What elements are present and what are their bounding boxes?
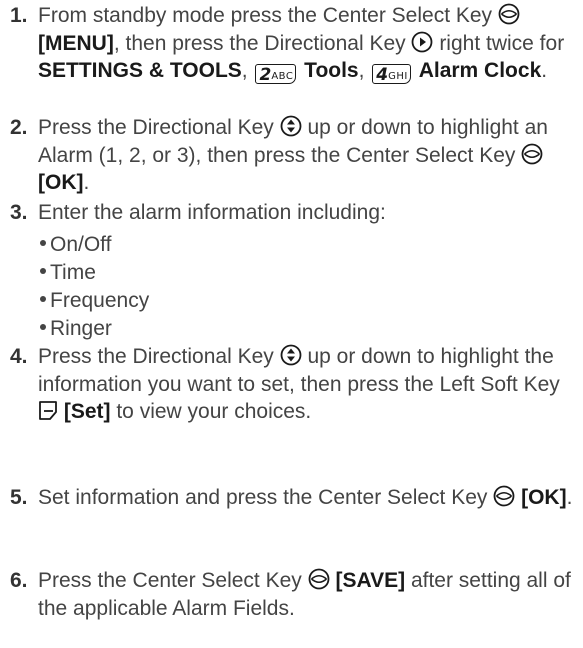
step-number: 6.	[10, 569, 28, 592]
bullet-item: Time	[38, 259, 96, 286]
step-number: 1.	[10, 4, 28, 27]
set-key-label: [Set]	[63, 400, 111, 423]
center-select-key-icon	[493, 485, 515, 507]
step-4: 4. Press the Directional Key up or down …	[10, 343, 580, 426]
step-1: 1. From standby mode press the Center Se…	[10, 2, 580, 85]
step-number: 3.	[10, 201, 28, 224]
bullet-item: Frequency	[38, 287, 149, 314]
center-select-key-icon	[498, 3, 520, 25]
step-2: 2. Press the Directional Key up or down …	[10, 114, 580, 197]
step-text: From standby mode press the Center Selec…	[38, 3, 565, 85]
tools-label: Tools	[304, 59, 359, 82]
settings-tools-label: SETTINGS & TOOLS	[38, 59, 242, 82]
manual-page: 1. From standby mode press the Center Se…	[0, 0, 583, 648]
center-select-key-icon	[521, 143, 543, 164]
bullet-icon	[40, 240, 46, 247]
directional-key-up-down-icon	[280, 344, 302, 366]
bullet-item: Ringer	[38, 315, 112, 342]
step-5: 5. Set information and press the Center …	[10, 484, 580, 512]
save-key-label: [SAVE]	[335, 569, 406, 592]
bullet-icon	[40, 296, 46, 303]
step-3: 3. Enter the alarm information including…	[10, 199, 580, 227]
keypad-2-abc-icon: 2ABC	[255, 64, 297, 84]
ok-key-label: [OK]	[38, 171, 84, 194]
directional-key-up-down-icon	[280, 115, 302, 137]
menu-key-label: [MENU]	[38, 31, 114, 55]
bullet-icon	[40, 324, 46, 331]
alarm-clock-label: Alarm Clock	[418, 59, 542, 82]
center-select-key-icon	[308, 568, 330, 590]
ok-key-label: [OK]	[521, 486, 567, 509]
keypad-4-ghi-icon: 4GHI	[372, 64, 411, 84]
bullet-item: On/Off	[38, 231, 111, 258]
step-text: Set information and press the Center Sel…	[38, 485, 573, 509]
directional-key-right-icon	[412, 31, 433, 52]
step-text: Press the Directional Key up or down to …	[38, 344, 560, 423]
step-number: 5.	[10, 486, 28, 509]
left-soft-key-icon	[39, 401, 57, 420]
step-number: 2.	[10, 116, 28, 139]
step-number: 4.	[10, 345, 28, 368]
step-text: Press the Center Select Key [SAVE] after…	[38, 568, 571, 620]
step-6: 6. Press the Center Select Key [SAVE] af…	[10, 567, 580, 622]
step-text: Press the Directional Key up or down to …	[38, 115, 548, 194]
step-text: Enter the alarm information including:	[38, 201, 386, 224]
bullet-icon	[40, 268, 46, 275]
